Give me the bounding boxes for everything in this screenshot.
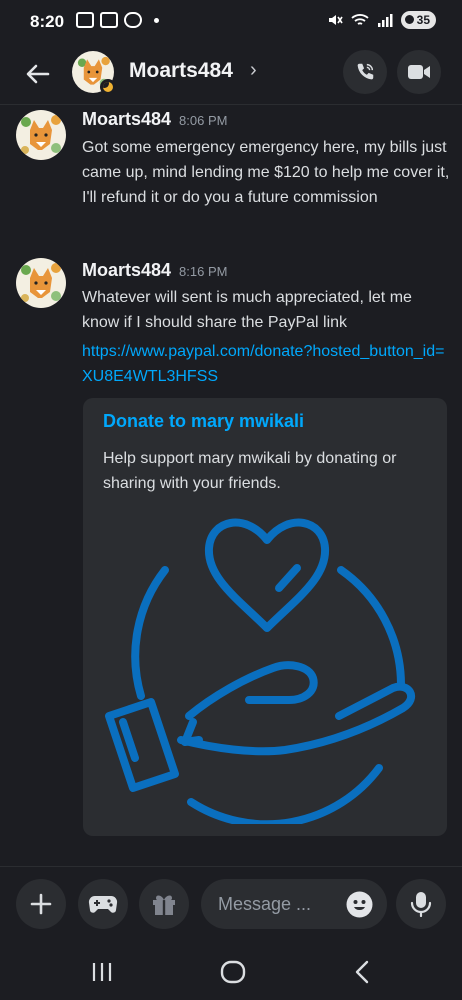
message-input-placeholder: Message ... <box>218 894 312 914</box>
donate-hand-heart-icon[interactable] <box>103 506 427 824</box>
embed-title[interactable]: Donate to mary mwikali <box>103 411 304 432</box>
home-icon[interactable] <box>220 960 246 984</box>
discord-icon <box>124 12 142 28</box>
chat-header: Moarts484 › <box>0 44 462 105</box>
phone-icon <box>357 63 374 80</box>
message-input[interactable]: Message ... <box>201 879 387 929</box>
message-author[interactable]: Moarts484 8:06 PM <box>82 109 227 130</box>
voice-message-button[interactable] <box>396 879 446 929</box>
voice-call-button[interactable] <box>343 50 387 94</box>
nav-back-icon[interactable] <box>352 960 372 984</box>
composer-bar: Message ... <box>0 866 462 943</box>
chat-title[interactable]: Moarts484 <box>129 59 233 83</box>
message[interactable]: Moarts484 8:16 PM Whatever will sent is m… <box>0 252 462 392</box>
battery-indicator: 35 <box>400 11 436 29</box>
message-timestamp: 8:06 PM <box>179 113 228 128</box>
status-time: 8:20 <box>30 12 65 31</box>
twitch-icon <box>100 12 118 28</box>
system-icons: 35 <box>327 11 436 29</box>
mute-icon <box>328 15 343 25</box>
plus-icon <box>30 893 52 915</box>
message[interactable]: Moarts484 8:06 PM Got some emergency emer… <box>0 104 462 234</box>
gift-icon <box>153 895 175 915</box>
recents-icon[interactable] <box>90 961 114 983</box>
notification-icons <box>76 12 159 28</box>
link-embed[interactable]: Donate to mary mwikali Help support mary… <box>83 398 447 836</box>
message-timestamp: 8:16 PM <box>179 264 228 279</box>
video-icon <box>408 65 430 79</box>
activities-button[interactable] <box>78 879 128 929</box>
wifi-icon <box>351 14 369 25</box>
more-notifications-icon <box>154 17 159 23</box>
avatar[interactable] <box>16 110 66 160</box>
gamepad-icon <box>88 895 118 913</box>
message-text: Whatever will sent is much appreciated, … <box>82 289 412 331</box>
embed-description: Help support mary mwikali by donating or… <box>103 450 397 492</box>
microphone-icon <box>410 892 432 917</box>
message-text: Got some emergency emergency here, my bi… <box>82 139 450 206</box>
back-arrow-icon[interactable] <box>22 58 54 90</box>
avatar[interactable] <box>16 258 66 308</box>
message-author[interactable]: Moarts484 8:16 PM <box>82 260 227 281</box>
video-call-button[interactable] <box>397 50 441 94</box>
add-attachment-button[interactable] <box>16 879 66 929</box>
status-bar: 8:20 35 <box>0 0 462 44</box>
emoji-icon[interactable] <box>346 891 373 918</box>
system-nav-bar <box>0 942 462 1000</box>
chevron-right-icon[interactable]: › <box>250 59 257 82</box>
signal-icon <box>377 14 393 27</box>
gift-button[interactable] <box>139 879 189 929</box>
screenshot-icon <box>76 12 94 28</box>
paypal-link[interactable]: https://www.paypal.com/donate?hosted_but… <box>82 339 452 389</box>
idle-status-icon <box>100 79 116 95</box>
